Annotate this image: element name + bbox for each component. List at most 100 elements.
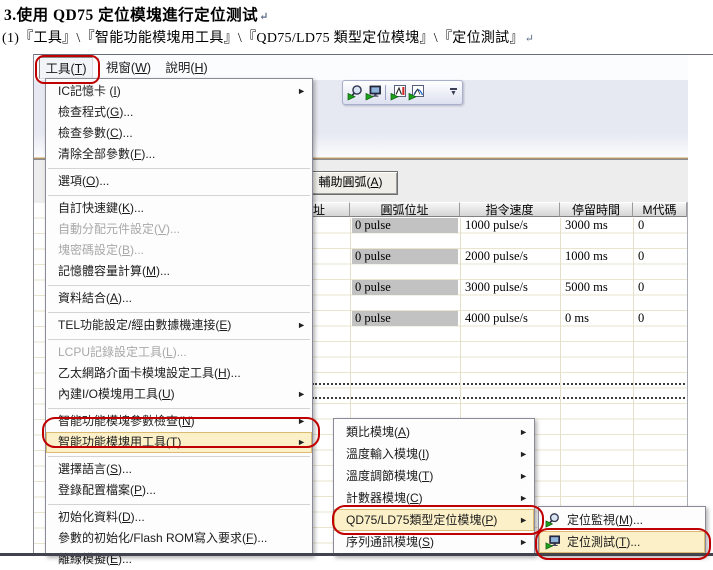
- circle-trace-icon[interactable]: [407, 84, 425, 102]
- tools-menu-item[interactable]: 清除全部參數(F)...: [46, 144, 312, 165]
- tools-menu-item[interactable]: 智能功能模塊用工具(T)►: [46, 432, 312, 453]
- menu-item-label: 溫度輸入模塊(I): [346, 447, 429, 461]
- submenu-item[interactable]: 類比模塊(A)►: [334, 421, 534, 443]
- table-cell-arc-address[interactable]: 0 pulse: [352, 218, 458, 233]
- submenu-item[interactable]: 序列通訊模塊(S)►: [334, 531, 534, 553]
- table-gridline: [560, 218, 561, 553]
- tools-menu-item[interactable]: 選項(O)...: [46, 171, 312, 192]
- menu-item-label: 內建I/O模塊用工具(U): [58, 387, 175, 401]
- menubar-item-window[interactable]: 視窗(W): [104, 57, 153, 79]
- return-mark-icon: ↵: [525, 33, 535, 45]
- table-cell-command-speed[interactable]: 3000 pulse/s: [462, 280, 558, 295]
- positioning-test-icon: [543, 534, 563, 550]
- tools-menu-item[interactable]: TEL功能設定/經由數據機連接(E) ►: [46, 315, 312, 336]
- table-cell-m-code[interactable]: 0: [635, 218, 685, 233]
- doc-heading: 3.使用 QD75 定位模塊進行定位测试↵: [4, 3, 269, 25]
- menu-item-label: 檢查程式(G)...: [58, 105, 133, 119]
- menu-item-label: 定位測試(T)...: [567, 531, 640, 553]
- tools-menu-item[interactable]: 塊密碼設定(B)...: [46, 240, 312, 261]
- menu-separator: [48, 193, 310, 196]
- table-cell-dwell-time[interactable]: 1000 ms: [562, 249, 631, 264]
- menu-separator: [48, 283, 310, 286]
- chevron-down-icon: ▼: [450, 91, 457, 97]
- submenu-item[interactable]: 溫度輸入模塊(I) ►: [334, 443, 534, 465]
- menubar-divider: [98, 58, 99, 78]
- positioning-menu-item[interactable]: 定位測試(T)...: [539, 531, 705, 553]
- tools-menu-item[interactable]: 登錄配置檔案(P)...: [46, 480, 312, 501]
- tools-menu-item[interactable]: 自訂快速鍵(K)...: [46, 198, 312, 219]
- window-bottom-border: [0, 553, 713, 556]
- menu-item-label: 選擇語言(S)...: [58, 462, 132, 476]
- menu-item-label: 類比模塊(A): [346, 425, 410, 439]
- table-cell-dwell-time[interactable]: 0 ms: [562, 311, 631, 326]
- submenu-arrow-icon: ►: [297, 315, 306, 336]
- table-cell-dwell-time[interactable]: 3000 ms: [562, 218, 631, 233]
- menu-item-label: 智能功能模塊參數檢查(N): [58, 414, 195, 428]
- tools-menu-item[interactable]: 自動分配元件設定(V)...: [46, 219, 312, 240]
- table-cell-command-speed[interactable]: 4000 pulse/s: [462, 311, 558, 326]
- tools-menu-item[interactable]: IC記憶卡 (I) ►: [46, 81, 312, 102]
- aux-arc-button[interactable]: 輔助圓弧(A): [303, 171, 398, 195]
- table-header-cell[interactable]: 指令速度: [460, 202, 560, 217]
- positioning-test-icon[interactable]: [364, 84, 382, 102]
- sampling-trace-icon[interactable]: [389, 84, 407, 102]
- submenu-arrow-icon: ►: [519, 509, 528, 531]
- table-header-cell[interactable]: M代碼: [633, 202, 687, 217]
- menubar-item-help[interactable]: 說明(H): [162, 57, 211, 79]
- submenu-arrow-icon: ►: [519, 443, 528, 465]
- table-cell-dwell-time[interactable]: 5000 ms: [562, 280, 631, 295]
- menu-separator: [48, 454, 310, 457]
- positioning-menu-item[interactable]: 定位監視(M)...: [539, 509, 705, 531]
- table-cell-arc-address[interactable]: 0 pulse: [352, 280, 458, 295]
- menu-item-label: 定位監視(M)...: [567, 509, 643, 531]
- menu-item-label: IC記憶卡 (I): [58, 84, 121, 98]
- menu-item-label: TEL功能設定/經由數據機連接(E): [58, 318, 231, 332]
- tools-menu-item[interactable]: 記憶體容量計算(M)...: [46, 261, 312, 282]
- positioning-monitor-icon[interactable]: [346, 84, 364, 102]
- table-cell-m-code[interactable]: 0: [635, 249, 685, 264]
- table-dotted-separator: [312, 397, 685, 399]
- submenu-item[interactable]: 溫度調節模塊(T)►: [334, 465, 534, 487]
- tools-menu-item[interactable]: 選擇語言(S)...: [46, 459, 312, 480]
- tools-menu-item[interactable]: 檢查程式(G)...: [46, 102, 312, 123]
- table-header-cell[interactable]: 停留時間: [560, 202, 633, 217]
- document-page: 3.使用 QD75 定位模塊進行定位测试↵ (1)『工具』\『智能功能模塊用工具…: [0, 0, 713, 561]
- table-cell-arc-address[interactable]: 0 pulse: [352, 311, 458, 326]
- menubar-item-tools[interactable]: 工具(T): [39, 57, 93, 79]
- tools-menu-item[interactable]: 資料結合(A)...: [46, 288, 312, 309]
- table-cell-arc-address[interactable]: 0 pulse: [352, 249, 458, 264]
- table-cell-command-speed[interactable]: 2000 pulse/s: [462, 249, 558, 264]
- table-cell-m-code[interactable]: 0: [635, 311, 685, 326]
- submenu-item[interactable]: 計數器模塊(C) ►: [334, 487, 534, 509]
- menu-item-label: 記憶體容量計算(M)...: [58, 264, 170, 278]
- tools-menu-item[interactable]: 初始化資料(D)...: [46, 507, 312, 528]
- menu-item-label: QD75/LD75類型定位模塊(P): [346, 513, 497, 527]
- table-dotted-separator: [312, 383, 685, 385]
- menu-item-label: 溫度調節模塊(T): [346, 469, 433, 483]
- tools-menu-item[interactable]: 內建I/O模塊用工具(U)►: [46, 384, 312, 405]
- submenu-arrow-icon: ►: [297, 81, 306, 102]
- doc-menu-path-text: (1)『工具』\『智能功能模塊用工具』\『QD75/LD75 類型定位模塊』\『…: [2, 31, 524, 46]
- return-mark-icon: ↵: [259, 11, 269, 23]
- tools-menu-item[interactable]: 智能功能模塊參數檢查(N)►: [46, 411, 312, 432]
- menu-item-label: 初始化資料(D)...: [58, 510, 145, 524]
- tools-menu-item[interactable]: LCPU記錄設定工具(L)...: [46, 342, 312, 363]
- tools-menu-item[interactable]: 乙太網路介面卡模塊設定工具(H)...: [46, 363, 312, 384]
- menu-item-label: 登錄配置檔案(P)...: [58, 483, 156, 497]
- menu-separator: [48, 337, 310, 340]
- table-header-cell[interactable]: 圓弧位址: [350, 202, 460, 217]
- tools-menu-item[interactable]: 檢查參數(C)...: [46, 123, 312, 144]
- menu-item-label: 計數器模塊(C): [346, 491, 423, 505]
- submenu-arrow-icon: ►: [519, 487, 528, 509]
- toolbar-overflow-icon[interactable]: ▼: [448, 83, 459, 102]
- menu-item-label: 序列通訊模塊(S): [346, 535, 434, 549]
- submenu-item[interactable]: QD75/LD75類型定位模塊(P) ►: [334, 509, 534, 531]
- table-cell-m-code[interactable]: 0: [635, 280, 685, 295]
- menu-separator: [48, 406, 310, 409]
- tools-menu-item[interactable]: 參數的初始化/Flash ROM寫入要求(F)...: [46, 528, 312, 549]
- menu-separator: [48, 502, 310, 505]
- table-cell-command-speed[interactable]: 1000 pulse/s: [462, 218, 558, 233]
- table-header-cell[interactable]: 址: [310, 202, 350, 217]
- menu-item-label: 選項(O)...: [58, 174, 109, 188]
- menu-item-label: 自訂快速鍵(K)...: [58, 201, 144, 215]
